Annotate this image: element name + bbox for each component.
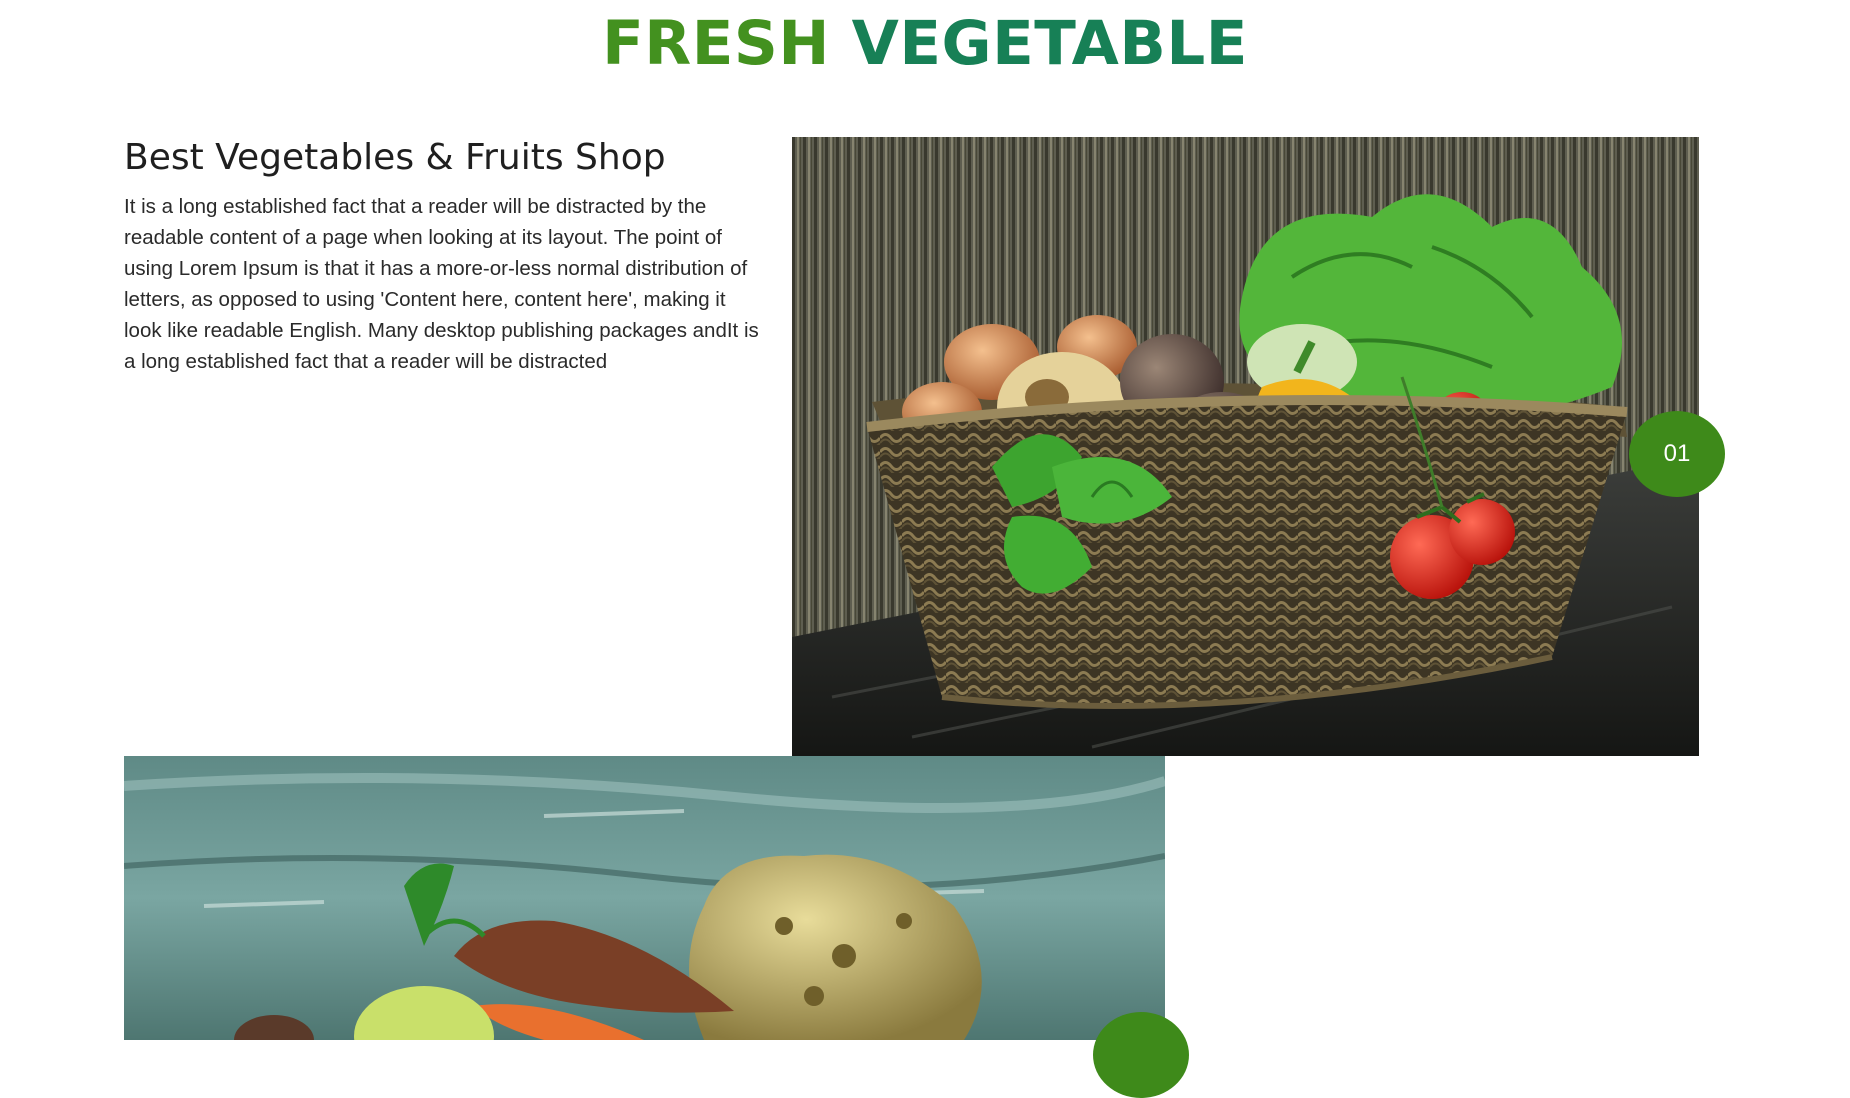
vegetable-basket-photo [792,137,1699,756]
page-title: FRESH VEGETABLE [0,4,1850,83]
section-paragraph: It is a long established fact that a rea… [124,195,759,373]
root-vegetables-photo [124,756,1165,1040]
page-title-word-fresh: FRESH [602,8,830,79]
page-title-word-vegetable: VEGETABLE [851,8,1248,79]
section-heading: Best Vegetables & Fruits Shop [124,137,666,178]
item-number-badge [1093,1012,1189,1098]
item-number-badge: 01 [1629,411,1725,497]
